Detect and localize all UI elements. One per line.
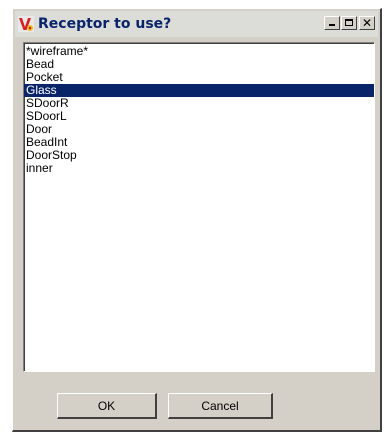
list-item[interactable]: Pocket	[24, 71, 374, 84]
list-item[interactable]: SDoorR	[24, 97, 374, 110]
list-item[interactable]: Door	[24, 123, 374, 136]
title-buttons: ✕	[324, 16, 375, 30]
list-item[interactable]: Bead	[24, 58, 374, 71]
ok-button[interactable]: OK	[57, 393, 157, 419]
list-item[interactable]: SDoorL	[24, 110, 374, 123]
close-button[interactable]: ✕	[359, 16, 375, 30]
button-bar: OK Cancel	[23, 375, 375, 425]
close-icon: ✕	[361, 16, 373, 30]
minimize-icon	[329, 24, 335, 26]
list-item[interactable]: DoorStop	[24, 149, 374, 162]
list-item[interactable]: inner	[24, 162, 374, 175]
app-logo-icon	[18, 16, 34, 32]
dialog-title: Receptor to use?	[38, 16, 172, 32]
background-window-strip	[0, 0, 384, 8]
maximize-icon	[345, 19, 353, 26]
maximize-button[interactable]	[341, 16, 357, 30]
receptor-list[interactable]: *wireframe* Bead Pocket Glass SDoorR SDoorL Do…	[23, 42, 375, 372]
minimize-button[interactable]	[324, 16, 340, 30]
list-item[interactable]: *wireframe*	[24, 45, 374, 58]
list-item[interactable]: Glass	[24, 84, 374, 97]
title-bar[interactable]: Receptor to use? ✕	[15, 11, 378, 37]
receptor-dialog: Receptor to use? ✕ *wireframe* Bead Pocket…	[12, 8, 382, 432]
cancel-button[interactable]: Cancel	[168, 393, 273, 419]
